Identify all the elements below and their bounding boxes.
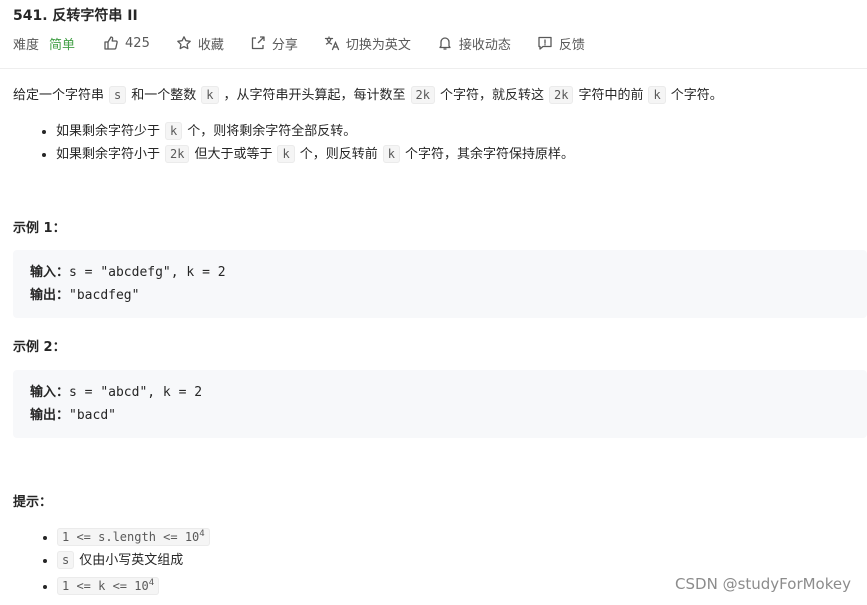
inline-code: 1 <= s.length <= 104 <box>57 528 210 546</box>
hints-heading: 提示： <box>13 495 53 510</box>
list-item: 如果剩余字符小于 2k 但大于或等于 k 个，则反转前 k 个字符，其余字符保持原样。 <box>56 143 574 166</box>
hint-code: 1 <= k <= 10 <box>62 579 149 593</box>
inline-code: 2k <box>548 86 574 104</box>
feedback-label: 反馈 <box>558 37 585 53</box>
inline-code: k <box>201 86 219 104</box>
list-item: 1 <= k <= 104 <box>57 572 215 598</box>
inline-code: k <box>382 145 400 163</box>
watermark: CSDN @studyForMokey <box>675 575 851 593</box>
like-button[interactable]: 425 <box>103 35 150 51</box>
feedback-icon <box>538 36 552 50</box>
inline-code: 2k <box>165 145 190 163</box>
bell-icon <box>439 37 451 50</box>
rule-text: 如果剩余字符小于 <box>56 147 161 162</box>
inline-code: k <box>277 145 295 163</box>
difficulty-label: 难度 <box>13 37 40 53</box>
example-2-heading: 示例 2： <box>13 340 66 355</box>
problem-meta-bar: 难度 简单 425 收藏 分享 切换为英文 接收动态 反馈 <box>13 33 611 53</box>
share-icon <box>251 36 265 50</box>
translate-icon <box>324 36 340 51</box>
desc-text: 字符中的前 <box>578 88 644 103</box>
desc-text: 给定一个字符串 <box>13 88 105 103</box>
rule-text: 个字符，其余字符保持原样。 <box>404 147 574 162</box>
star-icon <box>177 36 191 50</box>
rule-text: 但大于或等于 <box>194 147 273 162</box>
input-label: 输入： <box>30 265 70 280</box>
inline-code: s <box>109 86 127 104</box>
hints-list: 1 <= s.length <= 104 s仅由小写英文组成 1 <= k <=… <box>13 523 215 598</box>
inline-code: 1 <= k <= 104 <box>57 577 160 595</box>
notify-button[interactable]: 接收动态 <box>437 34 511 53</box>
hint-text: 仅由小写英文组成 <box>79 553 184 568</box>
inline-code: 2k <box>410 86 435 104</box>
thumbs-up-icon <box>104 36 118 50</box>
rule-text: 如果剩余字符少于 <box>56 124 161 139</box>
inline-code: k <box>648 86 666 104</box>
feedback-button[interactable]: 反馈 <box>537 34 585 53</box>
inline-code: s <box>57 551 75 569</box>
example-output: "bacdfeg" <box>69 288 140 303</box>
list-item: s 仅由小写英文组成 <box>57 549 215 572</box>
example-input: s = "abcd", k = 2 <box>69 385 203 400</box>
example-input: s = "abcdefg", k = 2 <box>69 265 226 280</box>
translate-label: 切换为英文 <box>345 37 411 53</box>
desc-text: 个字符，就反转这 <box>439 88 544 103</box>
hint-exponent: 4 <box>199 529 205 539</box>
header-divider <box>0 68 867 69</box>
desc-text: 和一个整数 <box>131 88 197 103</box>
notify-label: 接收动态 <box>458 37 511 53</box>
problem-description: 给定一个字符串 s 和一个整数 k ，从字符串开头算起，每计数至 2k 个字符，就反转这 2k… <box>13 85 723 106</box>
output-label: 输出： <box>30 408 70 423</box>
example-output: "bacd" <box>69 408 116 423</box>
translate-button[interactable]: 切换为英文 <box>324 34 411 53</box>
hint-exponent: 4 <box>148 578 155 588</box>
input-label: 输入： <box>30 385 70 400</box>
problem-title: 541. 反转字符串 II <box>13 8 138 24</box>
difficulty: 难度 简单 <box>13 34 75 53</box>
rules-list: 如果剩余字符少于 k 个，则将剩余字符全部反转。 如果剩余字符小于 2k 但大于或等于 k… <box>13 120 574 166</box>
output-label: 输出： <box>30 288 70 303</box>
example-1-heading: 示例 1： <box>13 221 66 236</box>
share-button[interactable]: 分享 <box>250 34 298 53</box>
desc-text: ，从字符串开头算起，每计数至 <box>223 88 406 103</box>
favorite-label: 收藏 <box>197 37 224 53</box>
list-item: 1 <= s.length <= 104 <box>57 523 215 549</box>
desc-text: 个字符。 <box>670 88 723 103</box>
rule-text: 个，则将剩余字符全部反转。 <box>187 124 357 139</box>
like-count: 425 <box>125 35 150 51</box>
example-1-block: 输入：s = "abcdefg", k = 2 输出："bacdfeg" <box>13 250 867 318</box>
favorite-button[interactable]: 收藏 <box>176 34 224 53</box>
share-label: 分享 <box>271 37 298 53</box>
list-item: 如果剩余字符少于 k 个，则将剩余字符全部反转。 <box>56 120 574 143</box>
inline-code: k <box>165 122 183 140</box>
hint-code: 1 <= s.length <= 10 <box>62 530 200 544</box>
difficulty-value: 简单 <box>49 37 76 53</box>
rule-text: 个，则反转前 <box>299 147 378 162</box>
example-2-block: 输入：s = "abcd", k = 2 输出："bacd" <box>13 370 867 438</box>
